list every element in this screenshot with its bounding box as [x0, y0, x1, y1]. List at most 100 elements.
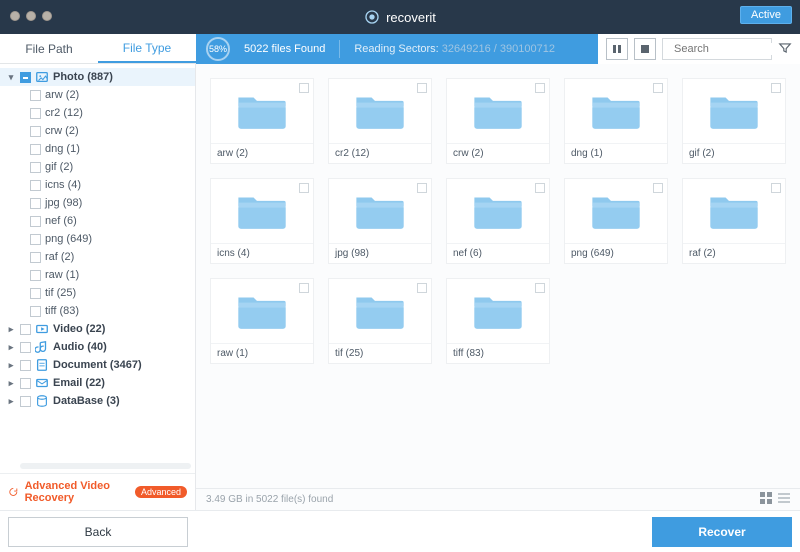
checkbox[interactable]: [20, 396, 31, 407]
folder-label: jpg (98): [329, 244, 431, 263]
checkbox[interactable]: [535, 283, 545, 293]
checkbox[interactable]: [20, 360, 31, 371]
back-button[interactable]: Back: [8, 517, 188, 547]
checkbox[interactable]: [30, 126, 41, 137]
folder-card[interactable]: dng (1): [564, 78, 668, 164]
folder-card[interactable]: raw (1): [210, 278, 314, 364]
category-label: Photo (887): [53, 71, 113, 83]
category-video[interactable]: ▸Video (22): [0, 320, 195, 338]
expand-icon[interactable]: ▸: [6, 378, 16, 389]
stop-icon: [640, 44, 650, 54]
checkbox[interactable]: [20, 72, 31, 83]
tab-file-path[interactable]: File Path: [0, 34, 98, 63]
folder-thumb: [211, 179, 313, 244]
folder-card[interactable]: raf (2): [682, 178, 786, 264]
folder-card[interactable]: crw (2): [446, 78, 550, 164]
folder-card[interactable]: tiff (83): [446, 278, 550, 364]
folder-thumb: [447, 279, 549, 344]
filter-button[interactable]: [778, 41, 792, 58]
checkbox[interactable]: [30, 198, 41, 209]
tree-item[interactable]: icns (4): [0, 176, 195, 194]
checkbox[interactable]: [30, 144, 41, 155]
checkbox[interactable]: [535, 183, 545, 193]
checkbox[interactable]: [299, 183, 309, 193]
checkbox[interactable]: [653, 183, 663, 193]
category-audio[interactable]: ▸Audio (40): [0, 338, 195, 356]
checkbox[interactable]: [30, 108, 41, 119]
expand-icon[interactable]: ▸: [6, 360, 16, 371]
checkbox[interactable]: [417, 83, 427, 93]
folder-icon: [353, 290, 407, 332]
grid-view-button[interactable]: [760, 492, 772, 507]
checkbox[interactable]: [299, 83, 309, 93]
tree-item-label: nef (6): [45, 215, 77, 227]
expand-icon[interactable]: ▾: [6, 72, 16, 83]
checkbox[interactable]: [30, 252, 41, 263]
tree-item[interactable]: png (649): [0, 230, 195, 248]
filter-icon: [778, 41, 792, 55]
checkbox[interactable]: [417, 283, 427, 293]
checkbox[interactable]: [20, 378, 31, 389]
category-image[interactable]: ▾ Photo (887): [0, 68, 195, 86]
folder-card[interactable]: nef (6): [446, 178, 550, 264]
checkbox[interactable]: [30, 234, 41, 245]
minimize-window-icon[interactable]: [26, 11, 36, 21]
checkbox[interactable]: [771, 183, 781, 193]
search-box[interactable]: [662, 38, 772, 60]
window-controls[interactable]: [10, 11, 52, 21]
checkbox[interactable]: [30, 288, 41, 299]
category-email[interactable]: ▸Email (22): [0, 374, 195, 392]
tree-item[interactable]: cr2 (12): [0, 104, 195, 122]
audio-icon: [35, 340, 49, 354]
tree-item[interactable]: dng (1): [0, 140, 195, 158]
footer: Back Recover: [0, 510, 800, 552]
checkbox[interactable]: [30, 306, 41, 317]
stop-button[interactable]: [634, 38, 656, 60]
checkbox[interactable]: [30, 162, 41, 173]
checkbox[interactable]: [771, 83, 781, 93]
tree-item[interactable]: raw (1): [0, 266, 195, 284]
tab-file-type[interactable]: File Type: [98, 34, 196, 63]
tree-item[interactable]: arw (2): [0, 86, 195, 104]
expand-icon[interactable]: ▸: [6, 396, 16, 407]
tree-item[interactable]: tiff (83): [0, 302, 195, 320]
folder-card[interactable]: icns (4): [210, 178, 314, 264]
checkbox[interactable]: [417, 183, 427, 193]
folder-card[interactable]: png (649): [564, 178, 668, 264]
checkbox[interactable]: [30, 180, 41, 191]
expand-icon[interactable]: ▸: [6, 342, 16, 353]
brand-text: recoverit: [386, 10, 436, 25]
list-view-button[interactable]: [778, 492, 790, 507]
checkbox[interactable]: [20, 324, 31, 335]
checkbox[interactable]: [535, 83, 545, 93]
checkbox[interactable]: [653, 83, 663, 93]
maximize-window-icon[interactable]: [42, 11, 52, 21]
expand-icon[interactable]: ▸: [6, 324, 16, 335]
tree-item[interactable]: tif (25): [0, 284, 195, 302]
tree-item[interactable]: jpg (98): [0, 194, 195, 212]
pause-button[interactable]: [606, 38, 628, 60]
main-panel: arw (2)cr2 (12) crw (2) dng (1)gif (2) icns…: [196, 64, 800, 510]
category-database[interactable]: ▸DataBase (3): [0, 392, 195, 410]
category-document[interactable]: ▸Document (3467): [0, 356, 195, 374]
tree-item[interactable]: nef (6): [0, 212, 195, 230]
checkbox[interactable]: [30, 270, 41, 281]
close-window-icon[interactable]: [10, 11, 20, 21]
folder-card[interactable]: tif (25): [328, 278, 432, 364]
folder-card[interactable]: jpg (98): [328, 178, 432, 264]
checkbox[interactable]: [30, 90, 41, 101]
folder-card[interactable]: arw (2): [210, 78, 314, 164]
folder-label: crw (2): [447, 144, 549, 163]
checkbox[interactable]: [299, 283, 309, 293]
scrollbar[interactable]: [20, 463, 191, 469]
checkbox[interactable]: [30, 216, 41, 227]
checkbox[interactable]: [20, 342, 31, 353]
tree-item[interactable]: raf (2): [0, 248, 195, 266]
active-button[interactable]: Active: [740, 6, 792, 24]
advanced-video-recovery[interactable]: Advanced Video Recovery Advanced: [0, 473, 195, 510]
folder-card[interactable]: gif (2): [682, 78, 786, 164]
tree-item[interactable]: crw (2): [0, 122, 195, 140]
folder-card[interactable]: cr2 (12): [328, 78, 432, 164]
recover-button[interactable]: Recover: [652, 517, 792, 547]
tree-item[interactable]: gif (2): [0, 158, 195, 176]
